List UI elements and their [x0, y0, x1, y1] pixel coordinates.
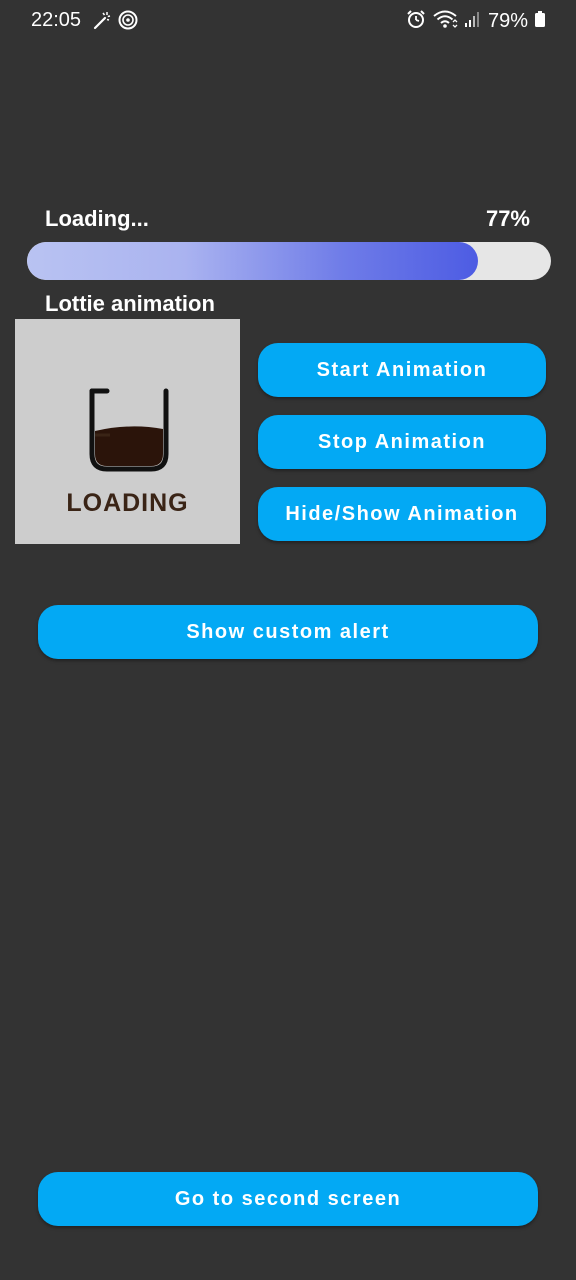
progress-label: Loading... [45, 206, 149, 231]
focus-mode-icon [118, 10, 138, 35]
lottie-animation-view: LOADING [15, 319, 240, 544]
status-time: 22:05 [31, 9, 82, 31]
loading-text: LOADING [66, 489, 189, 517]
stop-animation-button[interactable]: Stop Animation [258, 415, 546, 469]
hide-show-animation-button[interactable]: Hide/Show Animation [258, 487, 546, 541]
wifi-icon [432, 9, 458, 34]
status-bar: 22:05 79% [0, 0, 576, 40]
start-animation-button[interactable]: Start Animation [258, 343, 546, 397]
go-to-second-screen-button[interactable]: Go to second screen [38, 1172, 538, 1226]
magic-wand-icon [92, 10, 112, 35]
signal-icon [464, 9, 482, 34]
progress-bar-fill [27, 242, 478, 280]
status-left-icons [92, 10, 138, 35]
progress-bar [27, 242, 551, 280]
status-right-icons: 79% [406, 9, 546, 34]
lottie-animation-label: Lottie animation [45, 291, 215, 316]
app-screen: 22:05 79% Loading... 77% Lottie animatio… [0, 0, 576, 1280]
alarm-icon [406, 9, 426, 34]
battery-icon [534, 9, 546, 34]
show-custom-alert-button[interactable]: Show custom alert [38, 605, 538, 659]
battery-percent: 79% [487, 10, 528, 32]
progress-percent: 77% [485, 206, 530, 231]
